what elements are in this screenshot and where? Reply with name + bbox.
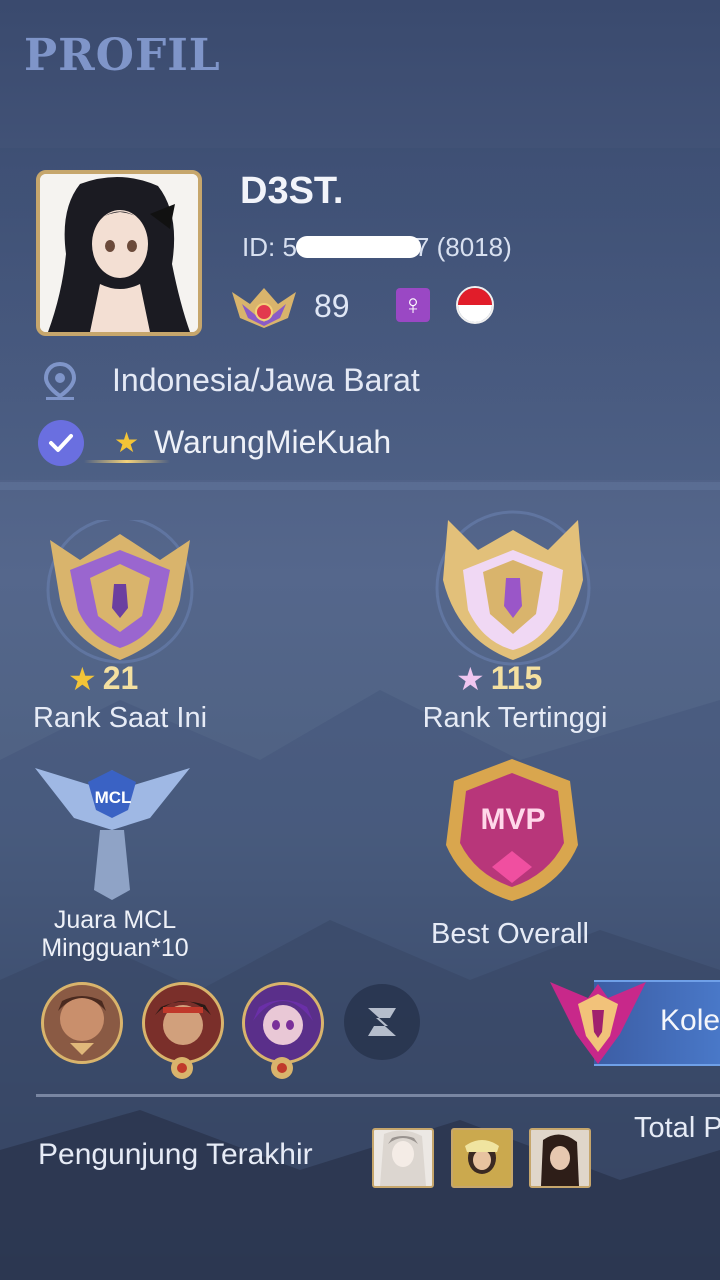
rank-highest-star-count: 115 [490,660,543,696]
mcl-wings-icon [35,768,190,900]
location-text: Indonesia/Jawa Barat [112,362,420,398]
mcl-label-line1: Juara MCL [53,906,177,934]
level-row: 89 ♀ [228,280,528,332]
location-row: Indonesia/Jawa Barat [42,360,542,400]
rank-current-stars: ★ 21 [68,660,138,697]
rank-highest-label: Rank Tertinggi [422,702,608,734]
hero-portrait-2[interactable] [142,982,224,1064]
mcl-badge[interactable]: MCL [30,740,195,905]
rank-current-label: Rank Saat Ini [32,702,208,734]
mvp-badge-text: MVP [480,803,546,836]
mcl-badge-text: MCL [94,788,132,807]
total-visitors-label: Total P [634,1112,720,1144]
visitor-avatar-3[interactable] [529,1128,591,1188]
visitor-avatar-2[interactable] [451,1128,513,1188]
redaction-mark [296,236,421,258]
level-badge-icon [232,288,296,328]
recent-visitors-label: Pengunjung Terakhir [38,1138,313,1171]
level-number: 89 [314,288,350,324]
hero-portrait-1[interactable] [41,982,123,1064]
verified-check-icon [38,420,84,466]
hero-medal-icon [171,1057,193,1079]
star-icon: ★ [456,660,485,697]
mcl-label: Juara MCL Mingguan*10 [20,906,210,962]
best-overall-label: Best Overall [431,918,589,950]
user-id-prefix: ID: 5 [242,232,297,262]
location-pin-icon [43,362,77,400]
squad-name: WarungMieKuah [154,424,392,460]
collection-emblem-icon [550,982,646,1064]
visitor-avatar-1[interactable] [372,1128,434,1188]
flag-indonesia-icon [456,286,494,324]
collection-label: Kole [660,1004,720,1037]
hero-medal-icon [271,1057,293,1079]
rank-highest-stars: ★ 115 [456,660,542,697]
rank-highest-badge[interactable] [418,510,608,670]
mvp-badge[interactable]: MVP [440,755,585,905]
gender-female-icon: ♀ [396,288,430,322]
avatar-image [40,174,198,332]
rank-current-badge[interactable] [30,520,210,670]
avatar[interactable] [36,170,202,336]
rank-current-star-count: 21 [102,660,139,696]
hero-portrait-3[interactable] [242,982,324,1064]
star-icon: ★ [68,660,97,697]
star-icon: ★ [114,427,140,458]
z-icon[interactable] [344,984,420,1060]
mcl-label-line2: Mingguan*10 [41,934,189,962]
username: D3ST. [240,170,344,212]
page-title: PROFIL [24,30,221,81]
visitor-divider [36,1094,720,1097]
user-id-suffix: 7 (8018) [414,232,512,262]
squad-row[interactable]: ★ WarungMieKuah [38,420,538,470]
section-divider [0,482,720,490]
